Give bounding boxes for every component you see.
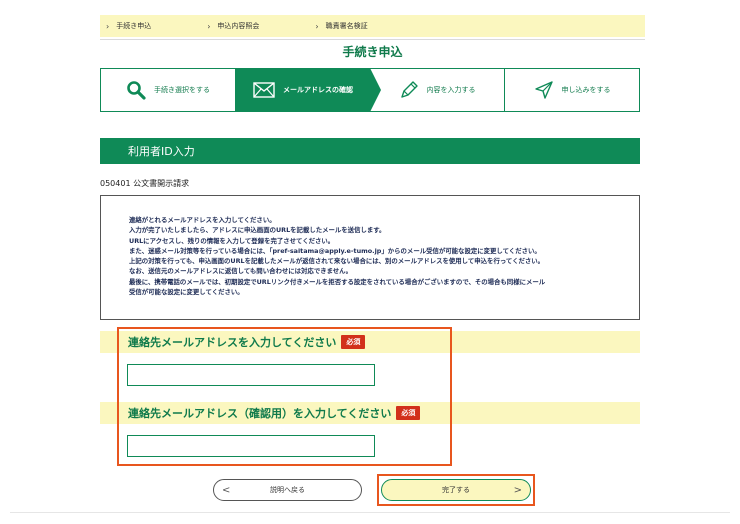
nav-link-label: 申込内容照会 [217,22,260,30]
step-email-confirm: メールアドレスの確認 [236,68,381,112]
notice-line: 上記の対策を行っても、申込画面のURLを記載したメールが返信されて来ない場合には… [129,257,545,266]
nav-link-signature[interactable]: › 職責署名検証 [315,21,367,31]
step-label: 手続き選択をする [154,86,210,94]
notice-line: なお、送信元のメールアドレスに返信しても問い合わせには対応できません。 [129,267,352,276]
step-indicator: 手続き選択をする メールアドレスの確認 内容を入力する 申し込みをする [100,68,640,112]
send-icon [534,80,554,100]
page-title: 手続き申込 [342,45,403,59]
step-label: 申し込みをする [561,86,611,94]
search-icon [126,80,146,100]
step-label: 内容を入力する [426,86,476,94]
step-submit-application: 申し込みをする [505,69,639,111]
divider [100,39,645,40]
notice-line: また、迷惑メール対策等を行っている場合には、「pref-saitama@appl… [129,246,541,255]
submit-button-label: 完了する [442,486,470,494]
nav-link-label: 手続き申込 [116,22,152,30]
step-label: メールアドレスの確認 [283,86,353,94]
step-select-procedure: 手続き選択をする [101,69,236,111]
chevron-right-icon: › [106,21,110,31]
notice-line: URLにアクセスし、残りの情報を入力して登録を完了させてください。 [129,236,335,245]
breadcrumb: › 手続き申込 › 申込内容照会 › 職責署名検証 [100,15,645,37]
pencil-icon [399,80,419,100]
nav-link-inquiry[interactable]: › 申込内容照会 [207,21,259,31]
submit-button[interactable]: 完了する > [381,479,531,501]
nav-link-apply[interactable]: › 手続き申込 [106,21,151,31]
notice-box: 連絡がとれるメールアドレスを入力してください。 入力が完了いたしましたら、アドレ… [100,195,640,320]
envelope-icon [253,82,275,98]
notice-line: 最後に、携帯電話のメールでは、初期設定でURLリンク付きメールを拒否する設定をさ… [129,277,546,286]
nav-link-label: 職責署名検証 [325,22,368,30]
form-code: 050401 公文書開示請求 [100,179,190,188]
section-header: 利用者ID入力 [100,138,640,164]
step-input-content: 内容を入力する [370,69,505,111]
notice-line: 受信が可能な設定に変更してください。 [129,288,244,297]
back-button[interactable]: < 説明へ戻る [213,479,362,501]
chevron-right-icon: › [207,21,211,31]
notice-line: 入力が完了いたしましたら、アドレスに申込画面のURLを記載したメールを送信します… [129,226,386,235]
divider [10,512,730,513]
highlight-box-fields [117,327,452,466]
chevron-right-icon: › [315,21,319,31]
back-button-label: 説明へ戻る [270,486,305,494]
chevron-left-icon: < [222,484,231,496]
notice-line: 連絡がとれるメールアドレスを入力してください。 [129,216,276,224]
chevron-right-icon: > [513,484,522,496]
